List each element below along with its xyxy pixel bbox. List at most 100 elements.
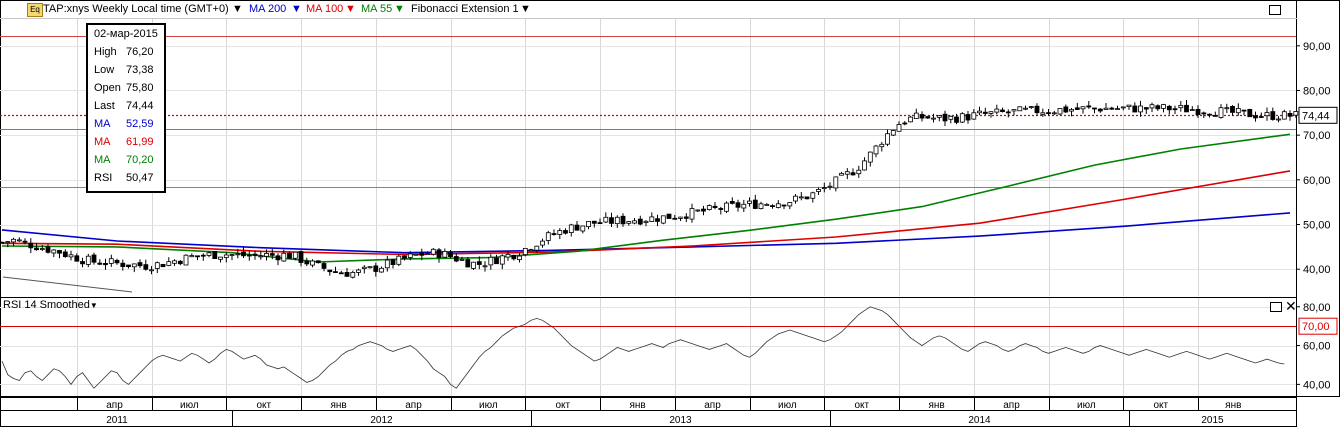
candle-body [413, 253, 419, 256]
chart-canvas: 40,00 50,00 60,00 70,00 80,00 90,00 74,44 40,0… [0, 0, 1340, 427]
info-row: RSI 50,47 [94, 172, 162, 189]
last-price-label: 74,44 [1302, 110, 1330, 122]
close-rsi-panel-icon[interactable]: ✕ [1285, 299, 1297, 313]
candle-body [11, 238, 16, 243]
info-row-key: High [94, 46, 117, 58]
fibonacci-label[interactable]: Fibonacci Extension 1 [411, 3, 519, 15]
month-label: окт [555, 400, 570, 411]
candle-body [74, 255, 80, 262]
candle-body [379, 267, 384, 273]
price-axis-label: 70,00 [1303, 130, 1331, 142]
candle-body [419, 252, 425, 256]
rsi-axis-label: 60,00 [1303, 341, 1331, 353]
info-row-value: 74,44 [126, 100, 154, 112]
symbol-title[interactable]: TAP:xnys Weekly Local time (GMT+0) [43, 3, 229, 15]
ma55-dropdown-icon[interactable]: ▼ [394, 3, 405, 15]
candle-body [396, 255, 402, 265]
ma200-dropdown-icon[interactable]: ▼ [291, 3, 302, 15]
candle-body [1258, 116, 1264, 118]
info-row: Low 73,38 [94, 64, 162, 81]
candle-body [131, 263, 137, 268]
candle-body [235, 253, 241, 256]
candle-body [563, 230, 568, 234]
candle-body [195, 255, 200, 258]
candle-body [706, 205, 712, 211]
candle-body [1143, 107, 1149, 110]
candle-body [1080, 106, 1086, 110]
candle-body [39, 248, 45, 250]
candle-body [522, 247, 528, 255]
rsi-axis-label: 80,00 [1303, 302, 1331, 314]
candle-body [258, 255, 264, 258]
candle-body [890, 130, 896, 136]
candle-body [281, 252, 287, 262]
maximize-price-panel-button[interactable] [1269, 5, 1281, 15]
info-date: 02-мар-2015 [94, 28, 158, 40]
candle-body [407, 253, 413, 258]
candle-body [241, 251, 246, 257]
candle-body [218, 256, 223, 260]
candle-body [931, 117, 936, 120]
candle-body [954, 116, 959, 123]
candle-body [183, 254, 189, 266]
candle-body [1034, 105, 1040, 114]
eq-icon[interactable]: Eq [27, 3, 43, 17]
candle-body [344, 271, 350, 277]
candle-body [1224, 107, 1230, 110]
candle-body [839, 172, 844, 176]
candle-body [1109, 107, 1115, 110]
candle-body [1063, 106, 1069, 113]
candle-body [229, 254, 235, 257]
candle-body [810, 192, 816, 199]
candle-body [620, 215, 626, 225]
rsi-axis-label: 40,00 [1303, 379, 1331, 391]
ma100-dropdown-icon[interactable]: ▼ [345, 3, 356, 15]
candle-body [0, 241, 5, 244]
rsi-dropdown-icon[interactable]: ▼ [90, 301, 98, 310]
candle-body [361, 266, 367, 269]
fibonacci-dropdown-icon[interactable]: ▼ [520, 3, 531, 15]
ma55-label[interactable]: MA 55 [361, 3, 392, 15]
maximize-rsi-panel-button[interactable] [1270, 302, 1282, 312]
candle-body [143, 264, 149, 270]
ma200-label[interactable]: MA 200 [249, 3, 286, 15]
candle-body [701, 208, 706, 212]
candle-body [666, 213, 672, 219]
candle-body [655, 218, 660, 222]
candle-body [741, 203, 747, 209]
price-axis-label: 50,00 [1303, 220, 1331, 232]
candle-body [873, 145, 879, 155]
candle-body [482, 265, 488, 268]
candle-body [189, 255, 195, 258]
candle-body [103, 262, 108, 266]
candle-body [1103, 107, 1109, 110]
candle-body [867, 151, 873, 163]
candle-body [327, 269, 333, 273]
candle-body [310, 260, 315, 266]
symbol-dropdown-icon[interactable]: ▼ [232, 3, 243, 15]
candle-body [534, 245, 540, 251]
price-axis-label: 60,00 [1303, 175, 1331, 187]
candle-body [166, 261, 172, 266]
candle-body [488, 256, 494, 266]
candle-body [649, 216, 655, 222]
candle-body [1276, 118, 1281, 121]
ma100-label[interactable]: MA 100 [306, 3, 343, 15]
month-label: янв [928, 400, 944, 411]
month-label: апр [1003, 400, 1020, 411]
candle-body [1293, 111, 1299, 116]
year-label: 2015 [1201, 415, 1224, 426]
candle-body [551, 233, 557, 236]
info-row-key: Low [94, 64, 115, 76]
ohlc-info-box: 02-мар-2015 High 76,20 Low 73,38 Open 75,80 La… [86, 23, 166, 193]
candle-body [321, 263, 327, 269]
candle-body [459, 258, 465, 261]
candle-body [200, 254, 206, 257]
candle-body [678, 216, 683, 219]
rsi-title[interactable]: RSI 14 Smoothed▼ [3, 299, 98, 311]
candle-body [45, 246, 51, 253]
candle-body [844, 171, 850, 175]
candle-body [1166, 105, 1172, 111]
info-row: MA 52,59 [94, 118, 162, 135]
candle-body [724, 202, 729, 212]
